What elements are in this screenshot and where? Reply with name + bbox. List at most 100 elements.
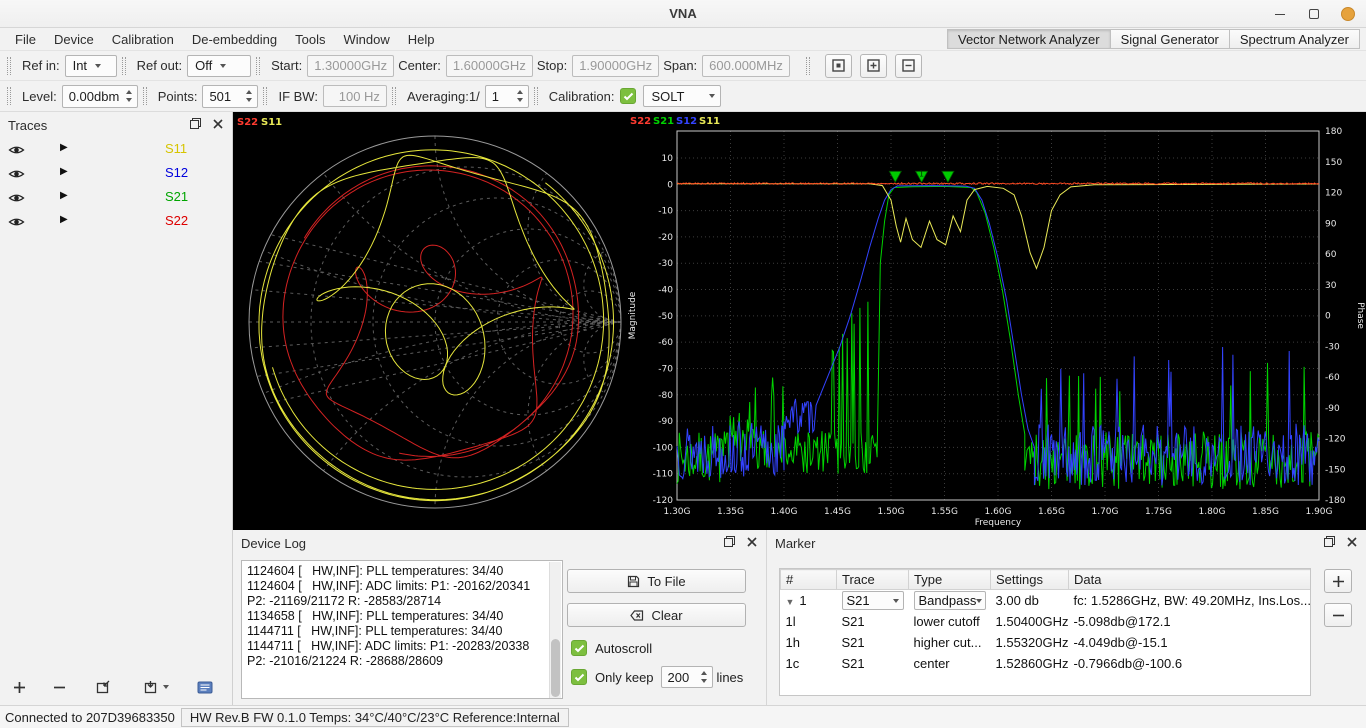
expand-arrow-icon[interactable]: ▶ (60, 214, 68, 225)
spin-down-icon (126, 98, 132, 102)
menu-item-window[interactable]: Window (335, 30, 399, 49)
span-field[interactable]: 600.000MHz (702, 55, 790, 77)
svg-text:150: 150 (1325, 158, 1342, 168)
menu-item-tools[interactable]: Tools (286, 30, 334, 49)
marker-row[interactable]: 1h S21 higher cut... 1.55320GHz -4.049db… (781, 632, 1311, 653)
zoom-fit-button[interactable] (825, 54, 852, 78)
ifbw-field[interactable]: 100 Hz (323, 85, 387, 107)
spin-arrows[interactable] (699, 671, 709, 683)
ref-in-select[interactable]: Int (65, 55, 117, 77)
traces-float-button[interactable] (189, 117, 202, 133)
display-setup-button[interactable] (192, 675, 218, 699)
eye-icon[interactable] (8, 144, 25, 159)
window-controls (1272, 0, 1356, 28)
marker-settings-cell[interactable]: 1.52860GHz (991, 653, 1069, 674)
zoom-out-button[interactable] (895, 54, 922, 78)
spin-arrows[interactable] (244, 90, 254, 102)
menu-item-de-embedding[interactable]: De-embedding (183, 30, 286, 49)
trace-label[interactable]: S22 (165, 213, 188, 228)
eye-icon[interactable] (8, 216, 25, 231)
add-marker-button[interactable] (1324, 569, 1352, 593)
ref-out-select[interactable]: Off (187, 55, 251, 77)
close-icon (1346, 536, 1358, 548)
points-spin[interactable]: 501 (202, 85, 258, 108)
col-header-settings[interactable]: Settings (991, 570, 1069, 590)
trace-row-s12[interactable]: ▶ S12 (0, 162, 232, 186)
tree-expander-icon[interactable]: ▼ (786, 597, 795, 607)
menu-item-calibration[interactable]: Calibration (103, 30, 183, 49)
spin-arrows[interactable] (124, 90, 134, 102)
marker-settings-cell[interactable]: 1.55320GHz (991, 632, 1069, 653)
add-trace-button[interactable] (6, 675, 32, 699)
remove-trace-button[interactable] (46, 675, 72, 699)
tab-signal-generator[interactable]: Signal Generator (1111, 29, 1230, 49)
remove-marker-button[interactable] (1324, 603, 1352, 627)
col-header-data[interactable]: Data (1069, 570, 1311, 590)
trace-row-s21[interactable]: ▶ S21 (0, 186, 232, 210)
marker-panel-header: Marker (767, 530, 1366, 556)
marker-row[interactable]: 1l S21 lower cutoff 1.50400GHz -5.098db@… (781, 611, 1311, 632)
trace-label[interactable]: S21 (165, 189, 188, 204)
eye-icon[interactable] (8, 168, 25, 183)
eye-icon[interactable] (8, 192, 25, 207)
level-label: Level: (22, 89, 57, 104)
col-header-type[interactable]: Type (909, 570, 991, 590)
level-spin[interactable]: 0.00dbm (62, 85, 138, 108)
close-button[interactable] (1340, 6, 1356, 22)
averaging-spin[interactable]: 1 (485, 85, 529, 108)
marker-trace-select[interactable]: S21 (842, 591, 904, 610)
clear-button[interactable]: Clear (567, 603, 746, 627)
minimize-button[interactable] (1272, 6, 1288, 22)
menu-item-file[interactable]: File (6, 30, 45, 49)
col-header-trace[interactable]: Trace (837, 570, 909, 590)
menu-item-device[interactable]: Device (45, 30, 103, 49)
expand-arrow-icon[interactable]: ▶ (60, 166, 68, 177)
autoscroll-checkbox[interactable] (571, 640, 587, 656)
export-traces-button[interactable] (138, 675, 174, 699)
expand-arrow-icon[interactable]: ▶ (60, 142, 68, 153)
spin-arrows[interactable] (515, 90, 525, 102)
start-field[interactable]: 1.30000GHz (307, 55, 394, 77)
device-log-list[interactable]: 1124604 [ HW,INF]: PLL temperatures: 34/… (241, 560, 563, 699)
marker-row[interactable]: 1c S21 center 1.52860GHz -0.7966db@-100.… (781, 653, 1311, 674)
marker-settings-cell[interactable]: 3.00 db (991, 590, 1069, 612)
connection-status: Connected to 207D39683350 (5, 710, 175, 725)
frequency-chart[interactable]: 1.30G1.35G1.40G1.45G1.50G1.55G1.60G1.65G… (627, 112, 1366, 530)
zoom-in-button[interactable] (860, 54, 887, 78)
calibration-checkbox[interactable] (620, 88, 636, 104)
only-keep-spin[interactable]: 200 (661, 666, 713, 688)
tab-vector-network-analyzer[interactable]: Vector Network Analyzer (947, 29, 1111, 49)
import-traces-button[interactable] (90, 675, 116, 699)
marker-type-select[interactable]: Bandpass (914, 591, 986, 610)
log-scrollbar-thumb[interactable] (551, 639, 560, 697)
maximize-button[interactable] (1306, 6, 1322, 22)
stop-field[interactable]: 1.90000GHz (572, 55, 659, 77)
trace-row-s22[interactable]: ▶ S22 (0, 210, 232, 234)
to-file-button[interactable]: To File (567, 569, 746, 593)
svg-text:-60: -60 (1325, 373, 1340, 383)
marker-settings-cell[interactable]: 1.50400GHz (991, 611, 1069, 632)
svg-text:-90: -90 (1325, 404, 1340, 414)
traces-close-button[interactable] (212, 118, 224, 133)
svg-text:1.90G: 1.90G (1305, 507, 1332, 517)
svg-text:-110: -110 (653, 470, 674, 480)
expand-arrow-icon[interactable]: ▶ (60, 190, 68, 201)
trace-row-s11[interactable]: ▶ S11 (0, 138, 232, 162)
menu-item-help[interactable]: Help (399, 30, 444, 49)
tab-spectrum-analyzer[interactable]: Spectrum Analyzer (1230, 29, 1360, 49)
svg-text:1.50G: 1.50G (877, 507, 904, 517)
marker-close-button[interactable] (1346, 536, 1358, 551)
marker-float-button[interactable] (1323, 535, 1336, 551)
log-scrollbar[interactable] (549, 562, 561, 699)
svg-text:S11: S11 (261, 117, 282, 128)
smith-chart[interactable]: S22S11 (233, 112, 627, 530)
svg-text:-20: -20 (658, 233, 673, 243)
trace-label[interactable]: S12 (165, 165, 188, 180)
trace-label[interactable]: S11 (165, 141, 187, 156)
col-header-num[interactable]: # (781, 570, 837, 590)
import-icon (96, 680, 111, 694)
center-field[interactable]: 1.60000GHz (446, 55, 533, 77)
only-keep-checkbox[interactable] (571, 669, 587, 685)
marker-row[interactable]: ▼1 S21 Bandpass 3.00 db fc: 1.5286GHz, B… (781, 590, 1311, 612)
calibration-select[interactable]: SOLT (643, 85, 721, 107)
